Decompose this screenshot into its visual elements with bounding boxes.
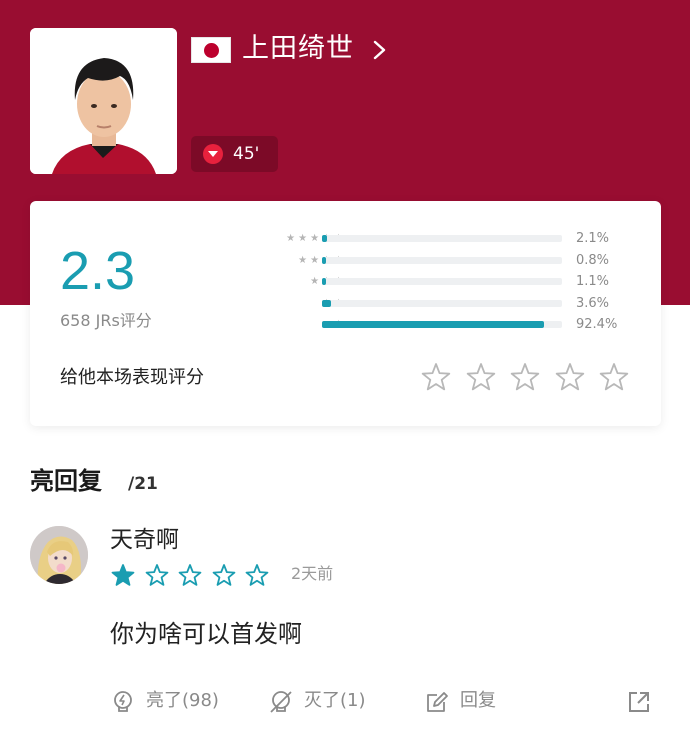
rate-stars-input[interactable] (420, 361, 635, 395)
dislike-label: 灭了(1) (304, 690, 366, 711)
substitution-minute: 45' (233, 144, 260, 164)
rate-star-icon[interactable] (598, 361, 630, 393)
chevron-right-icon[interactable] (371, 39, 389, 61)
star-empty-icon (245, 564, 269, 586)
distribution-bar-fill (322, 299, 331, 307)
distribution-percent: 1.1% (576, 274, 610, 289)
like-label: 亮了(98) (146, 690, 219, 711)
player-name[interactable]: 上田绮世 (242, 31, 354, 67)
like-button[interactable]: 亮了(98) (110, 686, 250, 716)
lightbulb-off-icon (270, 691, 292, 713)
distribution-percent: 3.6% (576, 295, 610, 311)
lightbulb-icon (114, 691, 132, 712)
reply-button[interactable]: 回复 (424, 686, 514, 716)
distribution-bar (322, 321, 562, 328)
rate-star-icon[interactable] (554, 361, 586, 393)
distribution-bar (322, 278, 562, 285)
distribution-row: ★★3.6% (240, 296, 640, 312)
japan-flag-icon (191, 37, 231, 63)
comment-text: 你为啥可以首发啊 (110, 620, 302, 648)
average-score: 2.3 (60, 241, 136, 301)
distribution-row: ★★★★0.8% (240, 253, 640, 269)
star-empty-icon (178, 564, 202, 586)
distribution-bar-fill (322, 235, 327, 242)
distribution-percent: 2.1% (576, 231, 610, 246)
distribution-percent: 92.4% (576, 317, 618, 332)
distribution-row: ★★★★★ 2.1% (240, 231, 640, 247)
star-filled-icon (111, 564, 135, 586)
edit-icon (427, 692, 448, 712)
distribution-bar (322, 256, 562, 264)
distribution-row: ★★★1.1% (240, 274, 640, 290)
dislike-button[interactable]: 灭了(1) (268, 686, 388, 716)
avatar[interactable] (30, 526, 88, 584)
distribution-bar-fill (322, 321, 544, 328)
comment-time: 2天前 (291, 564, 334, 583)
distribution-bar (322, 299, 562, 307)
star-empty-icon (145, 564, 168, 586)
star-empty-icon (212, 564, 235, 586)
distribution-percent: 0.8% (576, 252, 610, 268)
rating-count: 658 JRs评分 (60, 311, 152, 330)
substitution-badge: 45' (191, 136, 278, 172)
distribution-bar-fill (322, 278, 326, 285)
substituted-off-icon (203, 144, 223, 164)
distribution-bar (322, 235, 562, 242)
rate-prompt: 给他本场表现评分 (60, 367, 204, 388)
rate-star-icon[interactable] (509, 361, 541, 393)
comment-rating (110, 562, 275, 588)
player-photo (30, 28, 177, 174)
comment-username[interactable]: 天奇啊 (110, 524, 179, 556)
share-icon[interactable] (627, 690, 651, 714)
rate-star-icon[interactable] (465, 361, 497, 393)
section-title: 亮回复 (30, 467, 102, 495)
reply-label: 回复 (460, 690, 496, 711)
rating-card: 2.3 658 JRs评分 ★★★★★2.1% ★★★★0.8% ★★★1.1% ★★… (30, 201, 661, 426)
rate-star-icon[interactable] (420, 361, 452, 393)
reply-count: /21 (128, 474, 158, 494)
distribution-bar-fill (322, 256, 326, 264)
distribution-row: ★92.4% (240, 317, 640, 333)
